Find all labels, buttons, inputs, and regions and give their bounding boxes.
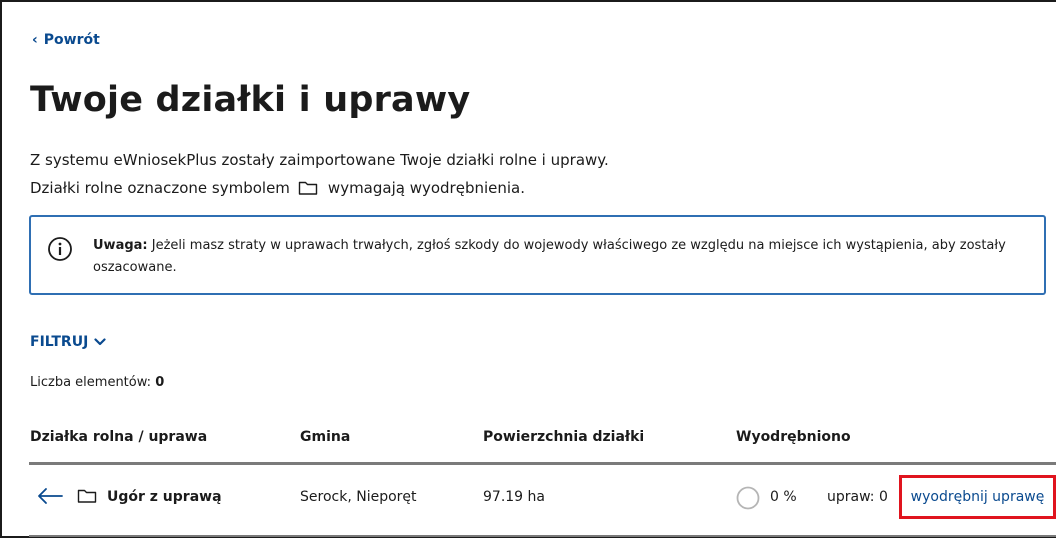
page-title: Twoje działki i uprawy	[30, 80, 471, 120]
column-header-extracted: Wyodrębniono	[736, 429, 851, 445]
row-crops-count: upraw: 0	[827, 489, 888, 505]
table-header-divider	[29, 462, 1056, 465]
notice-body: Jeżeli masz straty w uprawach trwałych, …	[93, 238, 1006, 275]
back-link-label: Powrót	[43, 32, 100, 48]
table-bottom-divider	[29, 535, 1056, 537]
row-area: 97.19 ha	[483, 489, 545, 505]
intro-text-line1: Z systemu eWniosekPlus zostały zaimporto…	[30, 151, 609, 169]
element-count: Liczba elementów: 0	[30, 375, 164, 390]
chevron-down-icon	[94, 338, 106, 346]
folder-icon	[77, 488, 97, 508]
intro-text-line2: Działki rolne oznaczone symbolem wymagaj…	[30, 179, 525, 197]
element-count-label: Liczba elementów:	[30, 375, 152, 390]
intro-text-after-icon: wymagają wyodrębnienia.	[327, 179, 526, 197]
arrow-left-icon[interactable]	[36, 486, 64, 510]
row-gmina: Serock, Nieporęt	[300, 489, 417, 505]
notice-box: Uwaga: Jeżeli masz straty w uprawach trw…	[29, 215, 1046, 295]
filter-toggle[interactable]: FILTRUJ	[30, 334, 106, 350]
intro-text-before-icon: Działki rolne oznaczone symbolem	[30, 179, 290, 197]
column-header-plot: Działka rolna / uprawa	[30, 429, 208, 445]
page-frame: ‹ Powrót Twoje działki i uprawy Z system…	[0, 0, 1056, 538]
row-percent: 0 %	[770, 489, 797, 505]
info-icon	[47, 236, 73, 266]
filter-label: FILTRUJ	[30, 334, 89, 350]
progress-circle-icon	[736, 486, 760, 514]
column-header-gmina: Gmina	[300, 429, 351, 445]
notice-text: Uwaga: Jeżeli masz straty w uprawach trw…	[93, 235, 1033, 279]
back-link[interactable]: ‹ Powrót	[32, 32, 100, 48]
folder-icon	[298, 180, 318, 196]
chevron-left-icon: ‹	[32, 32, 38, 48]
notice-label: Uwaga:	[93, 238, 148, 253]
column-header-area: Powierzchnia działki	[483, 429, 645, 445]
row-plot-name: Ugór z uprawą	[107, 489, 222, 505]
extract-crop-link[interactable]: wyodrębnij uprawę	[899, 475, 1056, 519]
element-count-value: 0	[155, 375, 165, 390]
